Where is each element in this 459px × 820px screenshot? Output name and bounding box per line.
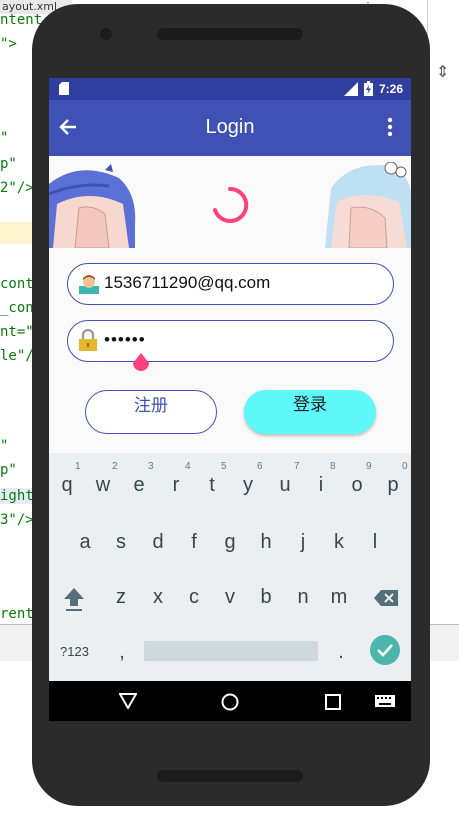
- key-hint: 1: [75, 461, 81, 472]
- key-y[interactable]: y: [233, 474, 263, 497]
- password-input[interactable]: ••••••: [104, 330, 146, 350]
- signal-icon: [344, 82, 358, 96]
- symbols-key[interactable]: ?123: [60, 644, 89, 659]
- speaker-bottom: [157, 770, 303, 782]
- ide-side-panel: ⇕: [427, 0, 459, 610]
- page-title: Login: [205, 116, 255, 138]
- register-button[interactable]: 注册: [85, 390, 217, 434]
- key-period[interactable]: .: [326, 641, 356, 664]
- space-bar[interactable]: [144, 641, 318, 661]
- key-x[interactable]: x: [143, 586, 173, 609]
- code-line: 3"/>: [0, 512, 34, 528]
- key-u[interactable]: u: [270, 474, 300, 497]
- shift-icon[interactable]: [63, 586, 85, 612]
- code-line: ntent: [0, 12, 43, 28]
- code-line: cont: [0, 276, 34, 292]
- username-input[interactable]: 1536711290@qq.com: [104, 273, 270, 293]
- key-i[interactable]: i: [306, 474, 336, 497]
- key-s[interactable]: s: [106, 531, 136, 554]
- key-z[interactable]: z: [106, 586, 136, 609]
- key-p[interactable]: p: [378, 474, 408, 497]
- key-hint: 5: [221, 461, 227, 472]
- battery-charging-icon: [364, 81, 373, 96]
- login-button[interactable]: 登录: [244, 390, 376, 434]
- app-toolbar: Login: [49, 100, 411, 156]
- left-character-image: [49, 164, 136, 248]
- more-vert-icon[interactable]: [386, 117, 394, 139]
- key-m[interactable]: m: [324, 586, 354, 609]
- key-v[interactable]: v: [215, 586, 245, 609]
- keyboard-switch-icon[interactable]: [375, 695, 395, 707]
- recents-nav-icon[interactable]: [325, 694, 341, 710]
- code-line: nt=": [0, 324, 34, 340]
- resize-vertical-icon[interactable]: ⇕: [436, 62, 449, 81]
- loading-spinner: [213, 186, 249, 223]
- right-character-image: [325, 162, 411, 248]
- key-a[interactable]: a: [70, 531, 100, 554]
- key-hint: 3: [148, 461, 154, 472]
- code-line: p": [0, 462, 17, 478]
- key-r[interactable]: r: [161, 474, 191, 497]
- key-c[interactable]: c: [179, 586, 209, 609]
- code-line: ">: [0, 36, 17, 52]
- navigation-bar: [49, 681, 411, 721]
- code-line: le"/: [0, 348, 34, 364]
- key-hint: 6: [257, 461, 263, 472]
- status-bar: 7:26: [49, 78, 411, 100]
- key-b[interactable]: b: [251, 586, 281, 609]
- key-o[interactable]: o: [342, 474, 372, 497]
- code-line: ": [0, 438, 9, 454]
- key-n[interactable]: n: [288, 586, 318, 609]
- code-line: 2"/>: [0, 180, 34, 196]
- key-t[interactable]: t: [197, 474, 227, 497]
- key-l[interactable]: l: [360, 531, 390, 554]
- key-hint: 4: [185, 461, 191, 472]
- key-f[interactable]: f: [179, 531, 209, 554]
- code-line: p": [0, 156, 17, 172]
- key-comma[interactable]: ,: [107, 641, 137, 664]
- key-h[interactable]: h: [251, 531, 281, 554]
- key-w[interactable]: w: [88, 474, 118, 497]
- key-d[interactable]: d: [143, 531, 173, 554]
- lock-icon: [79, 329, 97, 351]
- enter-check-icon[interactable]: [369, 634, 401, 666]
- key-j[interactable]: j: [288, 531, 318, 554]
- code-line: rent: [0, 606, 34, 622]
- code-line: ight: [0, 488, 34, 504]
- key-hint: 9: [366, 461, 372, 472]
- key-q[interactable]: q: [52, 474, 82, 497]
- key-hint: 7: [294, 461, 300, 472]
- soft-keyboard: 1 2 3 4 5 6 7 8 9 0 q w e r t y u i o p …: [49, 453, 411, 681]
- username-field[interactable]: 1536711290@qq.com: [67, 263, 394, 305]
- back-nav-icon[interactable]: [119, 693, 137, 709]
- text-cursor-handle[interactable]: [131, 351, 151, 375]
- phone-screen: 7:26 Login 1536711290@qq.com •••••• 注册 登…: [49, 78, 411, 721]
- key-hint: 8: [330, 461, 336, 472]
- camera-icon: [100, 28, 112, 40]
- key-k[interactable]: k: [324, 531, 354, 554]
- code-line: ": [0, 130, 9, 146]
- home-nav-icon[interactable]: [221, 693, 239, 711]
- key-hint: 0: [402, 461, 408, 472]
- key-e[interactable]: e: [124, 474, 154, 497]
- backspace-icon[interactable]: [374, 590, 398, 606]
- status-time: 7:26: [379, 82, 404, 96]
- password-field[interactable]: ••••••: [67, 320, 394, 362]
- key-hint: 2: [112, 461, 118, 472]
- speaker-top: [157, 28, 303, 40]
- user-avatar-icon: [79, 275, 99, 294]
- key-g[interactable]: g: [215, 531, 245, 554]
- code-line: _con: [0, 300, 34, 316]
- sd-card-icon: [59, 82, 69, 95]
